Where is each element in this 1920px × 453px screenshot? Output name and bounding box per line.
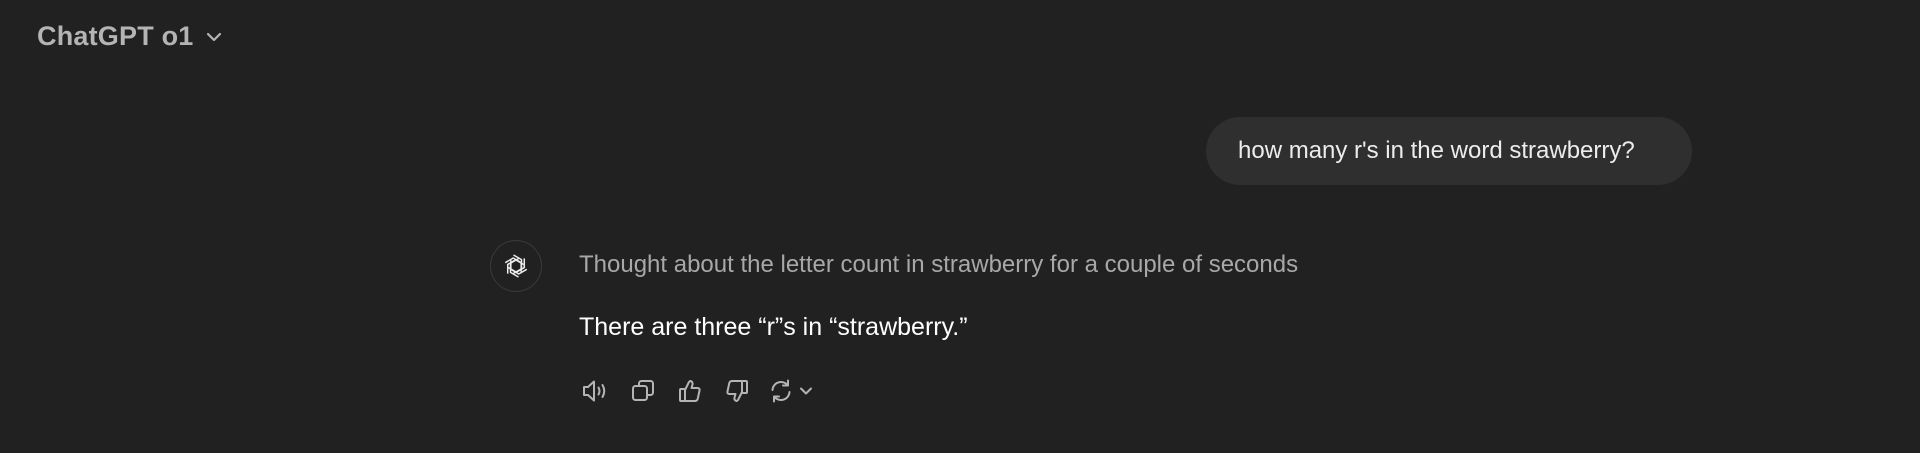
- user-message: how many r's in the word strawberry?: [1206, 117, 1692, 185]
- openai-logo-icon: [490, 240, 542, 292]
- model-name: ChatGPT o1: [37, 20, 194, 51]
- thought-summary[interactable]: Thought about the letter count in strawb…: [579, 251, 1298, 279]
- copy-button[interactable]: [625, 373, 661, 409]
- bad-response-button[interactable]: [719, 373, 755, 409]
- user-message-text: how many r's in the word strawberry?: [1238, 137, 1635, 164]
- assistant-answer: There are three “r”s in “strawberry.”: [579, 313, 968, 341]
- regenerate-button[interactable]: [766, 373, 816, 409]
- thumbs-down-icon: [724, 378, 750, 404]
- copy-icon: [630, 378, 656, 404]
- chevron-down-icon: [204, 27, 224, 47]
- chevron-down-icon: [798, 385, 814, 397]
- read-aloud-button[interactable]: [578, 373, 614, 409]
- good-response-button[interactable]: [672, 373, 708, 409]
- thumbs-up-icon: [677, 378, 703, 404]
- chat-window: ChatGPT o1 how many r's in the word stra…: [0, 0, 1920, 453]
- refresh-icon: [768, 378, 794, 404]
- message-action-bar: [578, 373, 827, 409]
- speaker-icon: [581, 378, 611, 404]
- model-switcher[interactable]: ChatGPT o1: [37, 16, 224, 56]
